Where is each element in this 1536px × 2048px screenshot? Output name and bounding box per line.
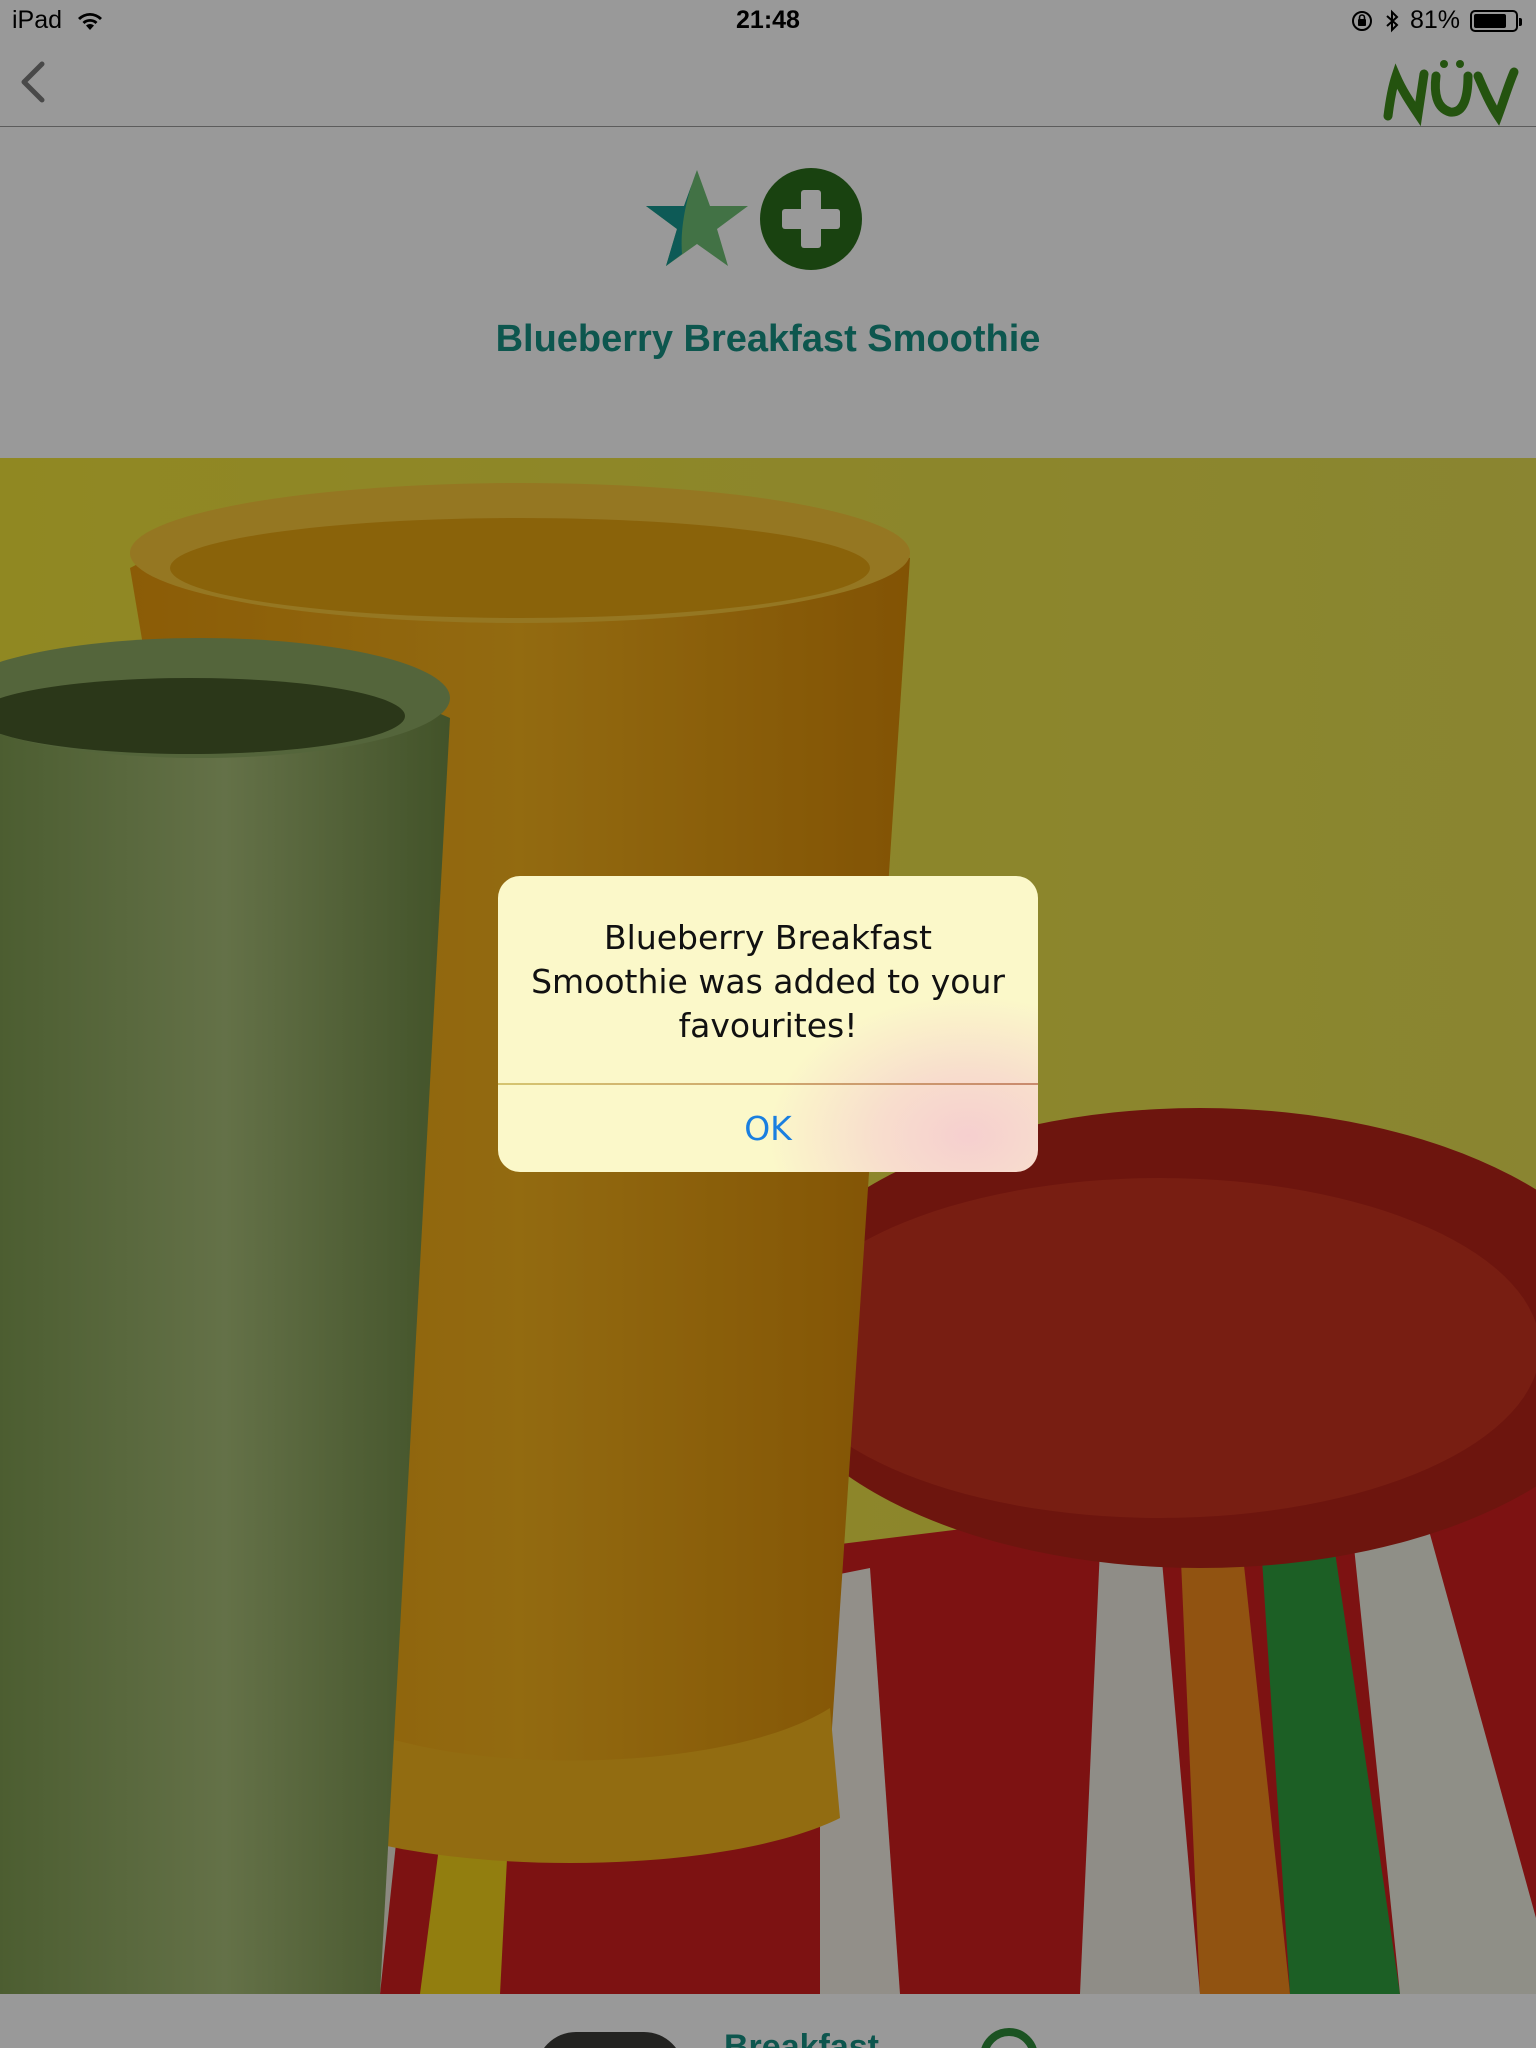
favourite-added-alert: Blueberry Breakfast Smoothie was added t… — [498, 876, 1038, 1172]
ok-button[interactable]: OK — [498, 1085, 1038, 1172]
alert-message: Blueberry Breakfast Smoothie was added t… — [531, 918, 1005, 1045]
